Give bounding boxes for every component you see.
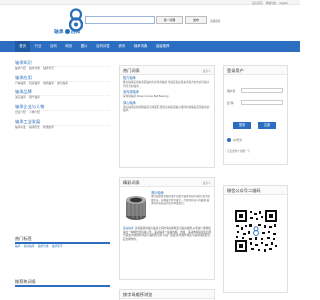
hot-tags-title: 热门标签 [15, 236, 110, 244]
qq-login-row[interactable]: QQ登录 [227, 138, 285, 143]
nav-item-recommend[interactable]: 高级推荐 [152, 41, 174, 52]
side-link[interactable]: 汽车轴承 [15, 82, 26, 85]
side-group-application: 轴承应用 汽车轴承 机床轴承 电机轴承 航空轴承 [15, 75, 110, 87]
side-link[interactable]: 企业介绍 [15, 111, 26, 114]
nav-item-dictionary[interactable]: 轴承词典 [129, 41, 151, 52]
search-input[interactable] [85, 16, 155, 24]
featured-entry-list: 滚动轴承: 是将运转的轴与轴座之间的滑动摩擦变为滚动摩擦,从而减少摩擦损失的一种… [123, 227, 213, 242]
username-label: 用户名: [227, 89, 237, 93]
login-card: 登录用户 用户名: 密 码: 登录 注册 QQ登录 忘记密码? 注册一下 [223, 65, 288, 165]
recommend-title: 推荐热词条 [15, 279, 110, 287]
side-link[interactable]: 轴承介绍 [15, 67, 26, 70]
side-group-title[interactable]: 轴承企业与人物 [15, 104, 110, 112]
side-link[interactable]: 进口轴承 [15, 96, 26, 99]
username-input[interactable] [241, 88, 283, 93]
top-links: 设为首页 网站导航 English [250, 1, 288, 5]
username-row: 用户名: [227, 88, 283, 93]
publish-button[interactable]: 发布 [185, 16, 207, 24]
qq-icon [227, 138, 231, 143]
side-link[interactable]: 机床轴承 [29, 82, 40, 85]
side-link[interactable]: 检测技术 [43, 126, 54, 129]
forgot-password-link[interactable]: 忘记密码? 注册一下 [227, 149, 250, 153]
hot-entries-title: 热门词条 [123, 67, 140, 73]
featured-entries-title: 精彩词条 [123, 179, 140, 185]
entry-item: 深沟球轴承 深沟球轴承 (Deep Groove Ball Bearing) [120, 89, 214, 100]
entry-item: 推力轴承 推力轴承是用来承受轴向力的专用轴承,也就是说是用来承受力的方向与轴平行… [120, 75, 214, 89]
register-button[interactable]: 注册 [258, 122, 276, 129]
needle-bearing-image[interactable] [124, 192, 148, 222]
category-sidebar: 轴承知识 轴承介绍 轴承分类 轴承代号 轴承应用 汽车轴承 机床轴承 电机轴承 … [15, 60, 110, 133]
side-link[interactable]: 轴承标准 [15, 126, 26, 129]
alphabet-browse-card: 按字母顺序浏览 [119, 289, 215, 300]
qq-login-label: QQ登录 [232, 139, 242, 142]
entry-desc: 推力轴承是用来承受轴向力的专用轴承,也就是说是用来承受力的方向与轴平行的力的轴承… [123, 81, 210, 88]
nav-item-industry[interactable]: 行业 [30, 41, 45, 52]
entry-desc: 调心轴承是指外圈滚道为球面形,能适应两滚道轴心线间的角偏差及角运动的轴承。 [123, 105, 210, 113]
side-group-companies: 轴承企业与人物 企业介绍 人物介绍 [15, 104, 110, 116]
side-link[interactable]: 轴承代号 [43, 67, 54, 70]
search-button[interactable]: 搜 / 词典 [156, 16, 183, 24]
hot-tag-link[interactable]: 滚动轴承 [24, 245, 35, 248]
side-link[interactable]: 国产轴承 [29, 96, 40, 99]
featured-entry-desc: 滚针轴承是带圆柱滚子的滚子轴承,相对其直径,滚子既细又长。这种滚子称为滚针。尽管… [151, 195, 210, 205]
password-label: 密 码: [227, 101, 235, 105]
entry-desc: 深沟球轴承 (Deep Groove Ball Bearing) [123, 95, 169, 99]
hot-tag-link[interactable]: 轴承 [15, 245, 20, 248]
side-group-title[interactable]: 轴承应用 [15, 75, 110, 82]
side-link[interactable]: 电机轴承 [43, 82, 54, 85]
side-link[interactable]: 轴承历史 [29, 126, 40, 129]
side-link[interactable]: 轴承分类 [29, 67, 40, 70]
nav-item-home[interactable]: 首页 [15, 41, 31, 52]
featured-list-lead[interactable]: 滚动轴承: [123, 227, 134, 230]
featured-more-link[interactable]: 更多>> [203, 181, 211, 185]
nav-item-encyclopedia[interactable]: 百科 [46, 41, 61, 52]
side-group-development: 轴承工业发展 轴承标准 轴承历史 检测技术 [15, 119, 110, 131]
side-link[interactable]: 人物介绍 [29, 111, 40, 114]
logo-text-left: 轴承 [54, 29, 64, 34]
side-group-brand: 轴承品牌 进口轴承 国产轴承 [15, 89, 110, 101]
hot-tag-link[interactable]: 轴承分类 [38, 245, 49, 248]
nav-item-news[interactable]: 资讯 [114, 41, 129, 52]
nav-item-images[interactable]: 图片 [77, 41, 92, 52]
password-row: 密 码: [227, 100, 283, 105]
password-input[interactable] [241, 100, 283, 105]
wechat-qr-card: 微信公众号二维码 [223, 185, 288, 293]
top-bar: 设为首页 网站导航 English [0, 0, 300, 5]
advanced-search-link[interactable]: 高级搜索 [210, 19, 220, 23]
hot-entries-card: 热门词条 更多>> 推力轴承 推力轴承是用来承受轴向力的专用轴承,也就是说是用来… [119, 65, 215, 168]
alphabet-browse-title: 按字母顺序浏览 [123, 291, 153, 297]
wechat-qr-title: 微信公众号二维码 [227, 187, 261, 193]
top-link-english[interactable]: English [279, 2, 288, 5]
recommend-section: 推荐热词条 [15, 279, 110, 287]
site-logo[interactable]: 轴承 百科 [54, 29, 84, 35]
qr-code-image [234, 209, 278, 253]
hot-tags-section: 热门标签 轴承 滚动轴承 轴承分类 轴承型号 [15, 236, 110, 250]
side-group-knowledge: 轴承知识 轴承介绍 轴承分类 轴承代号 [15, 60, 110, 72]
featured-list-text: 是将运转的轴与轴座之间的滑动摩擦变为滚动摩擦,从而减少摩擦损失的一种精密的机械元… [123, 227, 212, 242]
side-group-title[interactable]: 轴承知识 [15, 60, 110, 67]
hot-tag-link[interactable]: 轴承型号 [52, 245, 63, 248]
nav-item-qa[interactable]: 百科问答 [92, 41, 114, 52]
side-link[interactable]: 航空轴承 [57, 82, 68, 85]
hot-entries-more-link[interactable]: 更多>> [203, 69, 211, 73]
entry-item: 调心轴承 调心轴承是指外圈滚道为球面形,能适应两滚道轴心线间的角偏差及角运动的轴… [120, 100, 214, 114]
top-link-nav[interactable]: 网站导航 [266, 2, 276, 5]
featured-entries-card: 精彩词条 更多>> 滚针轴承 滚针轴承是带圆柱滚子的滚子轴承,相对其直径,滚子既… [119, 177, 215, 280]
side-group-title[interactable]: 轴承工业发展 [15, 119, 110, 126]
nav-item-web[interactable]: 网页 [61, 41, 76, 52]
top-link-home[interactable]: 设为首页 [252, 2, 262, 5]
login-title: 登录用户 [227, 67, 244, 73]
login-button[interactable]: 登录 [233, 122, 251, 129]
main-nav: 首页 行业 百科 网页 图片 百科问答 资讯 轴承词典 高级推荐 [0, 41, 300, 52]
logo-badge-icon [64, 29, 70, 35]
logo-text-right: 百科 [70, 29, 81, 34]
